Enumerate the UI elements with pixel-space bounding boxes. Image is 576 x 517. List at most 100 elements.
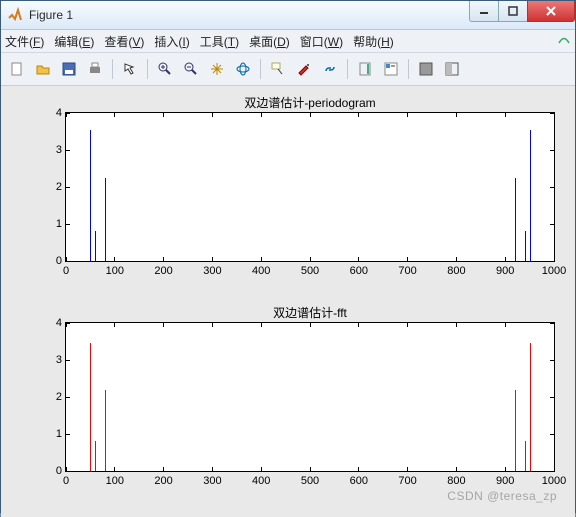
watermark: CSDN @teresa_zp — [447, 489, 557, 503]
save-button[interactable] — [57, 57, 81, 81]
menu-f[interactable]: 文件(F) — [5, 33, 44, 50]
stem — [95, 231, 96, 261]
ytick-label: 1 — [40, 428, 62, 440]
stem — [525, 231, 526, 261]
xtick-label: 700 — [398, 265, 416, 277]
arrow-icon — [122, 61, 138, 77]
maximize-button[interactable] — [498, 1, 528, 22]
xtick-label: 500 — [301, 475, 319, 487]
xtick-label: 600 — [350, 475, 368, 487]
save-icon — [61, 61, 77, 77]
ytick-label: 4 — [40, 317, 62, 329]
xtick-label: 900 — [496, 475, 514, 487]
xtick-label: 300 — [203, 265, 221, 277]
canvas: 双边谱估计-periodogram 0123401002003004005006… — [7, 92, 569, 511]
titlebar[interactable]: Figure 1 — [1, 1, 575, 30]
open-button[interactable] — [31, 57, 55, 81]
link-button[interactable] — [318, 57, 342, 81]
toolbar — [1, 53, 575, 86]
ytick-label: 3 — [40, 144, 62, 156]
xtick-label: 800 — [447, 265, 465, 277]
colorbar-icon — [357, 61, 373, 77]
xtick-label: 200 — [154, 265, 172, 277]
axes-2[interactable]: 0123401002003004005006007008009001000 — [65, 322, 555, 472]
window-buttons — [470, 1, 575, 21]
legend-button[interactable] — [379, 57, 403, 81]
window-title: Figure 1 — [29, 8, 73, 22]
subplot-2: 双边谱估计-fft 012340100200300400500600700800… — [65, 322, 555, 472]
ytick-label: 3 — [40, 354, 62, 366]
xtick-label: 400 — [252, 475, 270, 487]
datacursor-button[interactable] — [266, 57, 290, 81]
arrow-button[interactable] — [118, 57, 142, 81]
stem — [90, 130, 91, 261]
ytick-label: 4 — [40, 107, 62, 119]
layout-2-button[interactable] — [440, 57, 464, 81]
menu-h[interactable]: 帮助(H) — [353, 33, 394, 50]
xtick-label: 500 — [301, 265, 319, 277]
axes-1[interactable]: 0123401002003004005006007008009001000 — [65, 112, 555, 262]
matlab-icon — [7, 7, 23, 23]
figure-window: Figure 1 文件(F) 编辑(E) 查看(V) 插入(I) 工具(T) 桌面(D) 窗… — [0, 0, 576, 513]
print-button[interactable] — [83, 57, 107, 81]
stem — [530, 130, 531, 261]
menu-d[interactable]: 桌面(D) — [249, 33, 290, 50]
menubar: 文件(F) 编辑(E) 查看(V) 插入(I) 工具(T) 桌面(D) 窗口(W) 帮助(H) — [1, 30, 575, 53]
ytick-label: 2 — [40, 391, 62, 403]
toolbar-separator — [112, 59, 113, 79]
minimize-button[interactable] — [469, 1, 499, 22]
stem — [525, 441, 526, 471]
stem — [90, 343, 91, 471]
xtick-label: 0 — [63, 265, 69, 277]
xtick-label: 700 — [398, 475, 416, 487]
close-button[interactable] — [527, 1, 575, 22]
menu-i[interactable]: 插入(I) — [154, 33, 189, 50]
plot-title-2: 双边谱估计-fft — [65, 304, 555, 321]
xtick-label: 1000 — [542, 265, 566, 277]
menu-e[interactable]: 编辑(E) — [54, 33, 94, 50]
xtick-label: 200 — [154, 475, 172, 487]
menu-v[interactable]: 查看(V) — [104, 33, 144, 50]
layout-1-button[interactable] — [414, 57, 438, 81]
layout-1-icon — [418, 61, 434, 77]
open-icon — [35, 61, 51, 77]
new-icon — [9, 61, 25, 77]
xtick-label: 300 — [203, 475, 221, 487]
colorbar-button[interactable] — [353, 57, 377, 81]
rotate3d-icon — [235, 61, 251, 77]
figure-area: 双边谱估计-periodogram 0123401002003004005006… — [1, 86, 575, 517]
toolbar-separator — [260, 59, 261, 79]
xtick-label: 800 — [447, 475, 465, 487]
zoom-out-button[interactable] — [179, 57, 203, 81]
datacursor-icon — [270, 61, 286, 77]
xtick-label: 900 — [496, 265, 514, 277]
pan-button[interactable] — [205, 57, 229, 81]
stem — [105, 178, 106, 261]
stem — [105, 390, 106, 471]
legend-icon — [383, 61, 399, 77]
pan-icon — [209, 61, 225, 77]
layout-2-icon — [444, 61, 460, 77]
menu-w[interactable]: 窗口(W) — [300, 33, 343, 50]
xtick-label: 0 — [63, 475, 69, 487]
rotate3d-button[interactable] — [231, 57, 255, 81]
xtick-label: 600 — [350, 265, 368, 277]
brush-button[interactable] — [292, 57, 316, 81]
toolbar-separator — [147, 59, 148, 79]
xtick-label: 100 — [106, 265, 124, 277]
ytick-label: 2 — [40, 181, 62, 193]
stem — [515, 390, 516, 471]
stem — [515, 178, 516, 261]
ytick-label: 0 — [40, 255, 62, 267]
menu-t[interactable]: 工具(T) — [200, 33, 239, 50]
zoom-in-button[interactable] — [153, 57, 177, 81]
ytick-label: 1 — [40, 218, 62, 230]
xtick-label: 400 — [252, 265, 270, 277]
brush-icon — [296, 61, 312, 77]
xtick-label: 1000 — [542, 475, 566, 487]
zoom-out-icon — [183, 61, 199, 77]
stem — [95, 441, 96, 471]
xtick-label: 100 — [106, 475, 124, 487]
dock-icon[interactable] — [557, 32, 571, 49]
new-button[interactable] — [5, 57, 29, 81]
